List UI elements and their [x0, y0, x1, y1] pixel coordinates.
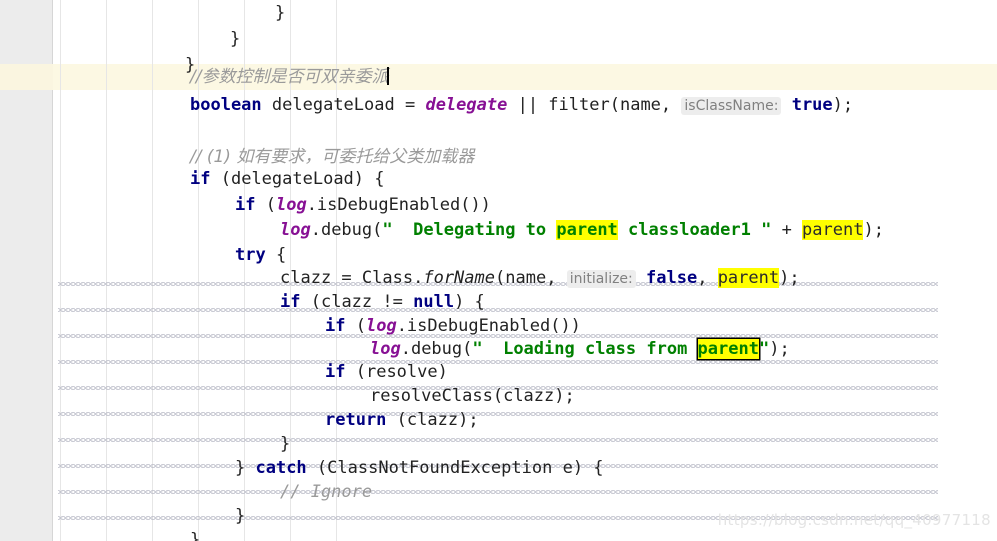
string-token: " Delegating to [382, 220, 557, 240]
parameter-hint: isClassName: [681, 97, 782, 115]
keyword-token: true [791, 95, 833, 115]
field-token: log [275, 195, 307, 215]
code-editor[interactable]: } } } //参数控制是否可双亲委派 boolean delegateLoad… [0, 0, 997, 541]
identifier-token: delegateLoad [271, 95, 395, 115]
keyword-token: boolean [190, 95, 262, 115]
inspection-squiggle [58, 412, 938, 416]
keyword-token: false [646, 268, 698, 288]
keyword-token: if [325, 362, 346, 382]
code-token: } [235, 506, 246, 526]
keyword-token: return [325, 410, 387, 430]
code-token: } [230, 29, 241, 49]
class-token: ClassNotFoundException [327, 458, 553, 478]
code-line-log-debug: log.debug(" Delegating to parent classlo… [280, 220, 884, 240]
watermark: https://blog.csdn.net/qq_40977118 [717, 511, 991, 529]
identifier-token: name [619, 95, 661, 115]
static-method-token: forName [423, 268, 495, 288]
method-token: filter [548, 95, 610, 115]
keyword-token: catch [255, 458, 307, 478]
indent-guide [60, 0, 61, 541]
comment-text: // (1) 如有要求，可委托给父类加载器 [190, 147, 475, 167]
identifier-token: clazz [280, 268, 332, 288]
keyword-token: null [413, 292, 455, 312]
code-line-declaration: boolean delegateLoad = delegate || filte… [190, 95, 854, 115]
identifier-token: e [562, 458, 573, 478]
keyword-token: if [280, 292, 301, 312]
parameter-hint: initialize: [566, 270, 636, 288]
inspection-squiggle [58, 438, 938, 442]
selected-usage: parent [697, 339, 759, 359]
text-caret [387, 67, 390, 85]
code-line: } [280, 431, 290, 457]
code-line-return: return (clazz); [325, 410, 479, 430]
identifier-token: delegateLoad [230, 169, 354, 189]
code-line-catch: } catch (ClassNotFoundException e) { [235, 458, 604, 478]
highlighted-usage: parent [717, 268, 780, 288]
identifier-token: resolve [365, 362, 438, 382]
code-line: } [235, 503, 245, 529]
caret-line-highlight [0, 64, 997, 90]
string-token: " Loading class from [472, 339, 698, 359]
inspection-squiggle [58, 490, 938, 494]
code-token: } [275, 3, 286, 23]
field-token: log [365, 316, 397, 336]
code-line-call: resolveClass(clazz); [370, 386, 575, 406]
indent-guide [106, 0, 107, 541]
keyword-token: if [235, 195, 256, 215]
indent-guide [152, 0, 153, 541]
identifier-token: clazz [503, 386, 555, 406]
code-line: } [230, 26, 240, 52]
field-token: log [370, 339, 401, 359]
code-line-if: if (delegateLoad) { [190, 169, 385, 189]
keyword-token: try [235, 245, 266, 265]
code-line-comment: // Ignore [280, 479, 372, 505]
identifier-token: clazz [406, 410, 459, 430]
string-token: classloader1 " [617, 220, 772, 240]
highlighted-usage: parent [556, 220, 618, 240]
code-line-if: if (log.isDebugEnabled()) [235, 195, 491, 215]
class-token: Class [361, 268, 414, 288]
code-token: } [190, 530, 201, 541]
editor-gutter[interactable] [0, 0, 53, 541]
field-token: delegate [425, 95, 508, 115]
identifier-token: clazz [320, 292, 373, 312]
code-line-null-check: if (clazz != null) { [280, 292, 485, 312]
inspection-squiggle [58, 308, 938, 312]
code-line: } [275, 0, 285, 26]
code-line-forname: clazz = Class.forName(name, initialize: … [280, 268, 800, 288]
comment-text: // Ignore [280, 482, 373, 502]
method-token: resolveClass [370, 386, 493, 406]
identifier-token: name [505, 268, 547, 288]
code-line-try: try { [235, 245, 287, 265]
gutter-caret-line [0, 64, 53, 90]
highlighted-usage: parent [802, 220, 864, 240]
keyword-token: if [190, 169, 211, 189]
keyword-token: if [325, 316, 346, 336]
code-line-comment-cn: //参数控制是否可双亲委派 [190, 64, 390, 90]
comment-text: //参数控制是否可双亲委派 [190, 67, 389, 87]
code-line: } [190, 527, 200, 541]
code-line-if: if (resolve) [325, 362, 448, 382]
code-token: } [280, 434, 291, 454]
field-token: log [280, 220, 311, 240]
